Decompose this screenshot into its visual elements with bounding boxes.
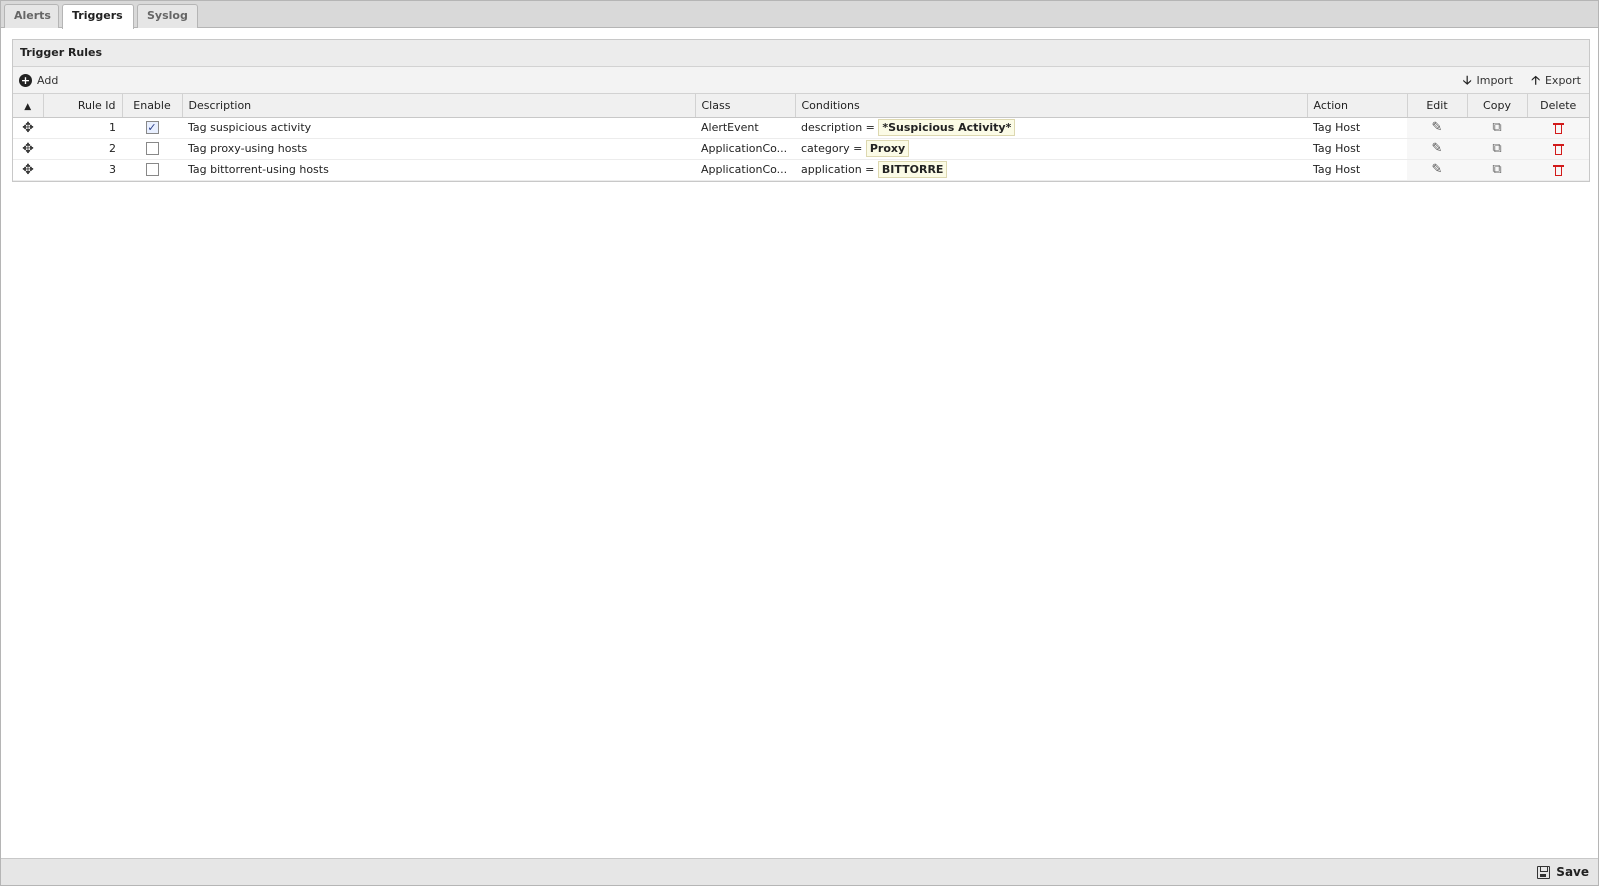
move-icon: ✥ [22, 119, 34, 136]
import-button[interactable]: 🡣 Import [1463, 72, 1513, 89]
tab-alerts[interactable]: Alerts [4, 4, 59, 28]
tab-bar: Alerts Triggers Syslog [1, 1, 1598, 29]
action-cell: Tag Host [1307, 117, 1407, 139]
class-cell: AlertEvent [695, 117, 795, 139]
description-cell: Tag proxy-using hosts [182, 138, 695, 160]
conditions-cell: category = Proxy [795, 138, 1307, 160]
rule-id-cell: 1 [43, 117, 122, 139]
col-enable[interactable]: Enable [122, 94, 183, 118]
table-row: ✥ 2 Tag proxy-using hosts ApplicationCo.… [13, 138, 1589, 160]
class-cell: ApplicationCo... [695, 159, 795, 181]
col-edit: Edit [1407, 94, 1468, 118]
conditions-cell: description = *Suspicious Activity* [795, 117, 1307, 139]
save-button[interactable]: Save [1537, 864, 1589, 881]
enable-cell: ✓ [122, 117, 182, 139]
trash-icon[interactable] [1552, 164, 1564, 176]
delete-cell[interactable] [1527, 138, 1589, 160]
bottom-toolbar: Save [1, 858, 1598, 885]
edit-cell[interactable]: ✎ [1407, 138, 1467, 160]
trigger-rules-panel: Trigger Rules + Add 🡣 Import 🡡 Export ▲ … [12, 39, 1590, 182]
save-label: Save [1556, 865, 1589, 879]
move-icon: ✥ [22, 161, 34, 178]
edit-cell[interactable]: ✎ [1407, 159, 1467, 181]
col-conditions[interactable]: Conditions [795, 94, 1308, 118]
condition-field: description = [801, 121, 875, 134]
condition-value: BITTORRE [877, 161, 948, 178]
tab-syslog[interactable]: Syslog [137, 4, 198, 28]
pencil-icon[interactable]: ✎ [1432, 162, 1443, 177]
col-action[interactable]: Action [1307, 94, 1408, 118]
condition-value: Proxy [865, 140, 910, 157]
col-rule-id[interactable]: Rule Id [43, 94, 123, 118]
export-button[interactable]: 🡡 Export [1531, 72, 1581, 89]
copy-cell[interactable]: ⧉ [1467, 138, 1527, 160]
import-label: Import [1476, 74, 1513, 87]
app-window: Alerts Triggers Syslog Trigger Rules + A… [0, 0, 1599, 886]
enable-cell [122, 159, 182, 181]
drag-handle[interactable]: ✥ [13, 159, 43, 181]
delete-cell[interactable] [1527, 117, 1589, 139]
sort-icon: ▲ [24, 101, 32, 112]
table-row: ✥ 1 ✓ Tag suspicious activity AlertEvent… [13, 117, 1589, 139]
enable-checkbox[interactable]: ✓ [145, 121, 159, 135]
copy-icon[interactable]: ⧉ [1492, 162, 1501, 177]
copy-icon[interactable]: ⧉ [1492, 141, 1501, 156]
enable-checkbox[interactable] [145, 142, 159, 156]
copy-icon[interactable]: ⧉ [1492, 120, 1501, 135]
arrow-down-icon: 🡣 [1462, 73, 1472, 87]
floppy-disk-icon [1537, 866, 1551, 879]
class-cell: ApplicationCo... [695, 138, 795, 160]
action-cell: Tag Host [1307, 138, 1407, 160]
add-circle-icon: + [19, 74, 32, 87]
tab-triggers[interactable]: Triggers [62, 4, 134, 29]
panel-title: Trigger Rules [13, 40, 1589, 67]
condition-field: category = [801, 142, 863, 155]
sort-column-header[interactable]: ▲ [13, 94, 44, 118]
pencil-icon[interactable]: ✎ [1432, 141, 1443, 156]
rule-id-cell: 3 [43, 159, 122, 181]
action-cell: Tag Host [1307, 159, 1407, 181]
move-icon: ✥ [22, 140, 34, 157]
enable-checkbox[interactable] [145, 163, 159, 177]
pencil-icon[interactable]: ✎ [1432, 120, 1443, 135]
add-button[interactable]: + Add [19, 72, 58, 89]
drag-handle[interactable]: ✥ [13, 117, 43, 139]
condition-field: application = [801, 163, 875, 176]
copy-cell[interactable]: ⧉ [1467, 117, 1527, 139]
add-label: Add [37, 74, 59, 87]
condition-value: *Suspicious Activity* [878, 119, 1016, 136]
description-cell: Tag bittorrent-using hosts [182, 159, 695, 181]
description-cell: Tag suspicious activity [182, 117, 695, 139]
rules-table: ▲ Rule Id Enable Description Class Condi… [13, 94, 1589, 181]
copy-cell[interactable]: ⧉ [1467, 159, 1527, 181]
delete-cell[interactable] [1527, 159, 1589, 181]
col-description[interactable]: Description [182, 94, 696, 118]
trash-icon[interactable] [1552, 143, 1564, 155]
enable-cell [122, 138, 182, 160]
col-delete: Delete [1527, 94, 1589, 118]
table-header-row: ▲ Rule Id Enable Description Class Condi… [13, 94, 1589, 118]
edit-cell[interactable]: ✎ [1407, 117, 1467, 139]
trash-icon[interactable] [1552, 122, 1564, 134]
arrow-up-icon: 🡡 [1531, 73, 1540, 87]
table-row: ✥ 3 Tag bittorrent-using hosts Applicati… [13, 159, 1589, 181]
rule-id-cell: 2 [43, 138, 122, 160]
col-copy: Copy [1467, 94, 1528, 118]
export-label: Export [1544, 74, 1581, 87]
grid-toolbar: + Add 🡣 Import 🡡 Export [13, 67, 1589, 94]
conditions-cell: application = BITTORRE [795, 159, 1307, 181]
drag-handle[interactable]: ✥ [13, 138, 43, 160]
col-class[interactable]: Class [695, 94, 796, 118]
